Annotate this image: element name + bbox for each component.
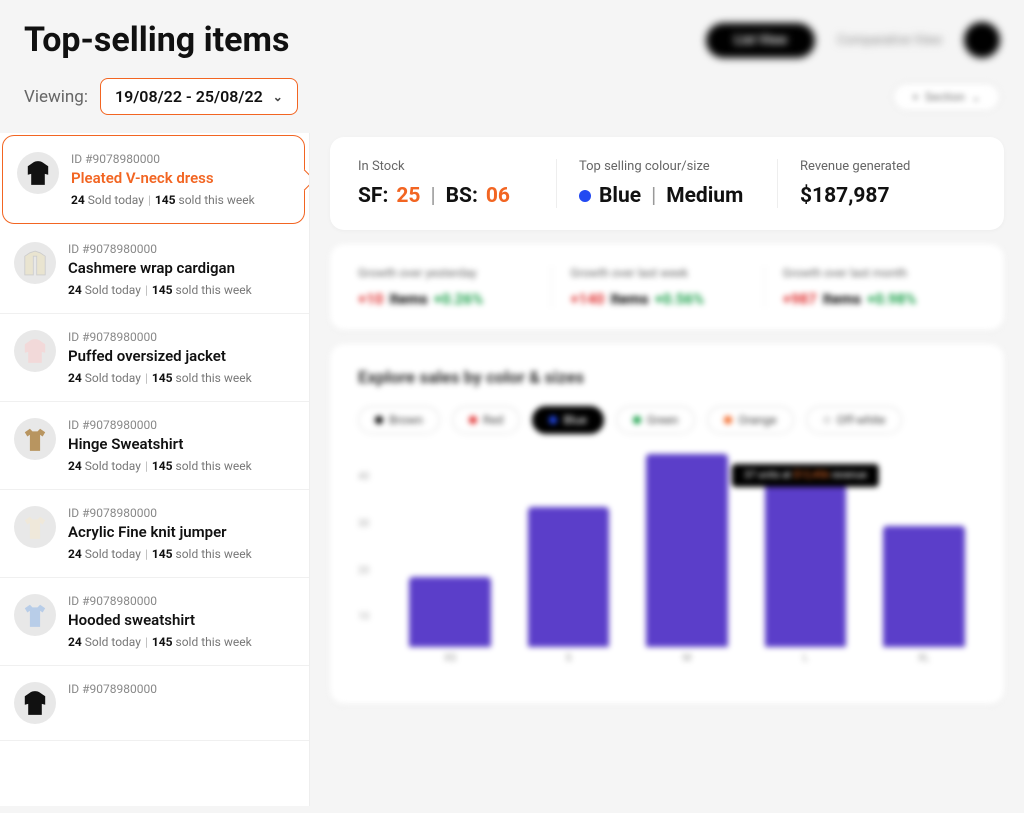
chart-title: Explore sales by color & sizes [358,368,976,388]
product-id: ID #9078980000 [68,682,295,696]
product-stats: 24 Sold today|145 sold this week [68,547,295,561]
growth-card: Growth over yesterday+10Items+0.26%Growt… [330,244,1004,330]
growth-stat: Growth over last month+987Items+0.98% [765,266,976,308]
summary-stats-card: In Stock SF: 25 | BS: 06 Top selling col… [330,137,1004,230]
product-stats: 24 Sold today|145 sold this week [71,193,290,207]
revenue-label: Revenue generated [800,159,976,174]
product-stats: 24 Sold today|145 sold this week [68,371,295,385]
chart-card: Explore sales by color & sizes BrownRedB… [330,344,1004,704]
product-name: Hooded sweatshirt [68,611,295,629]
sales-bar-chart: 10203040XSSM37 units at $12,456 revenueL… [358,454,976,694]
product-list: ID #9078980000 Pleated V-neck dress 24 Sol… [0,133,310,806]
chart-x-tick: XL [918,653,930,664]
chart-x-tick: S [566,653,572,664]
chart-bar: XL [872,454,976,664]
product-thumb-icon [14,594,56,636]
growth-stat: Growth over yesterday+10Items+0.26% [358,266,552,308]
product-stats: 24 Sold today|145 sold this week [68,283,295,297]
chart-x-tick: L [803,653,808,664]
product-list-item[interactable]: ID #9078980000 Puffed oversized jacket 24 … [0,314,309,402]
section-dropdown[interactable]: +Section⌄ [893,83,1000,111]
chart-y-tick: 40 [358,472,369,483]
product-list-item[interactable]: ID #9078980000 Pleated V-neck dress 24 Sol… [2,135,305,224]
chart-x-tick: XS [444,653,456,664]
color-filter-pill[interactable]: Off-white [806,406,903,434]
color-filter-pill[interactable]: Red [452,406,521,434]
page-title: Top-selling items [24,20,289,60]
product-id: ID #9078980000 [68,418,295,432]
chart-y-tick: 10 [358,612,369,623]
chart-bar: S [516,454,620,664]
product-list-item[interactable]: ID #9078980000 Acrylic Fine knit jumper 24… [0,490,309,578]
product-id: ID #9078980000 [68,506,295,520]
product-name: Pleated V-neck dress [71,169,290,187]
date-range-picker[interactable]: 19/08/22 - 25/08/22 ⌄ [100,78,298,115]
product-name: Acrylic Fine knit jumper [68,523,295,541]
product-name: Hinge Sweatshirt [68,435,295,453]
product-name: Puffed oversized jacket [68,347,295,365]
stat-top-combo: Top selling colour/size Blue | Medium [557,159,778,208]
product-thumb-icon [14,506,56,548]
color-filter-pill[interactable]: Blue [532,406,603,434]
product-list-item[interactable]: ID #9078980000 Cashmere wrap cardigan 24 S… [0,226,309,314]
product-id: ID #9078980000 [68,242,295,256]
product-thumb-icon [14,242,56,284]
list-view-button[interactable]: List View [706,23,815,58]
header-view-switch: List View Comparative View [706,22,1000,58]
top-combo-label: Top selling colour/size [579,159,755,174]
stat-revenue: Revenue generated $187,987 [778,159,976,208]
chart-y-tick: 20 [358,565,369,576]
product-thumb-icon [14,330,56,372]
product-list-item[interactable]: ID #9078980000 Hooded sweatshirt 24 Sold t… [0,578,309,666]
product-stats: 24 Sold today|145 sold this week [68,459,295,473]
in-stock-label: In Stock [358,159,534,174]
color-filter-pill[interactable]: Brown [358,406,440,434]
product-stats: 24 Sold today|145 sold this week [68,635,295,649]
color-filter-pill[interactable]: Orange [707,406,793,434]
product-list-item[interactable]: ID #9078980000 [0,666,309,741]
chart-bar: M [635,454,739,664]
viewing-label: Viewing: [24,87,88,107]
revenue-value: $187,987 [800,184,976,208]
comparative-view-button[interactable]: Comparative View [827,23,952,58]
chart-bar: 37 units at $12,456 revenueL [753,454,857,664]
product-name: Cashmere wrap cardigan [68,259,295,277]
product-id: ID #9078980000 [68,594,295,608]
chart-x-tick: M [683,653,692,664]
product-id: ID #9078980000 [68,330,295,344]
settings-round-button[interactable] [964,22,1000,58]
color-filter-row: Brown Red Blue Green Orange Off-white [358,406,976,434]
chevron-down-icon: ⌄ [273,90,283,104]
chart-tooltip: 37 units at $12,456 revenue [732,464,878,487]
product-thumb-icon [14,418,56,460]
product-id: ID #9078980000 [71,152,290,166]
date-range-value: 19/08/22 - 25/08/22 [115,87,263,106]
product-thumb-icon [17,152,59,194]
chart-y-tick: 30 [358,519,369,530]
growth-stat: Growth over last week+140Items+0.56% [552,266,764,308]
color-filter-pill[interactable]: Green [616,406,695,434]
chart-bar: XS [398,454,502,664]
product-thumb-icon [14,682,56,724]
product-list-item[interactable]: ID #9078980000 Hinge Sweatshirt 24 Sold to… [0,402,309,490]
color-dot-icon [579,190,591,202]
stat-in-stock: In Stock SF: 25 | BS: 06 [358,159,557,208]
